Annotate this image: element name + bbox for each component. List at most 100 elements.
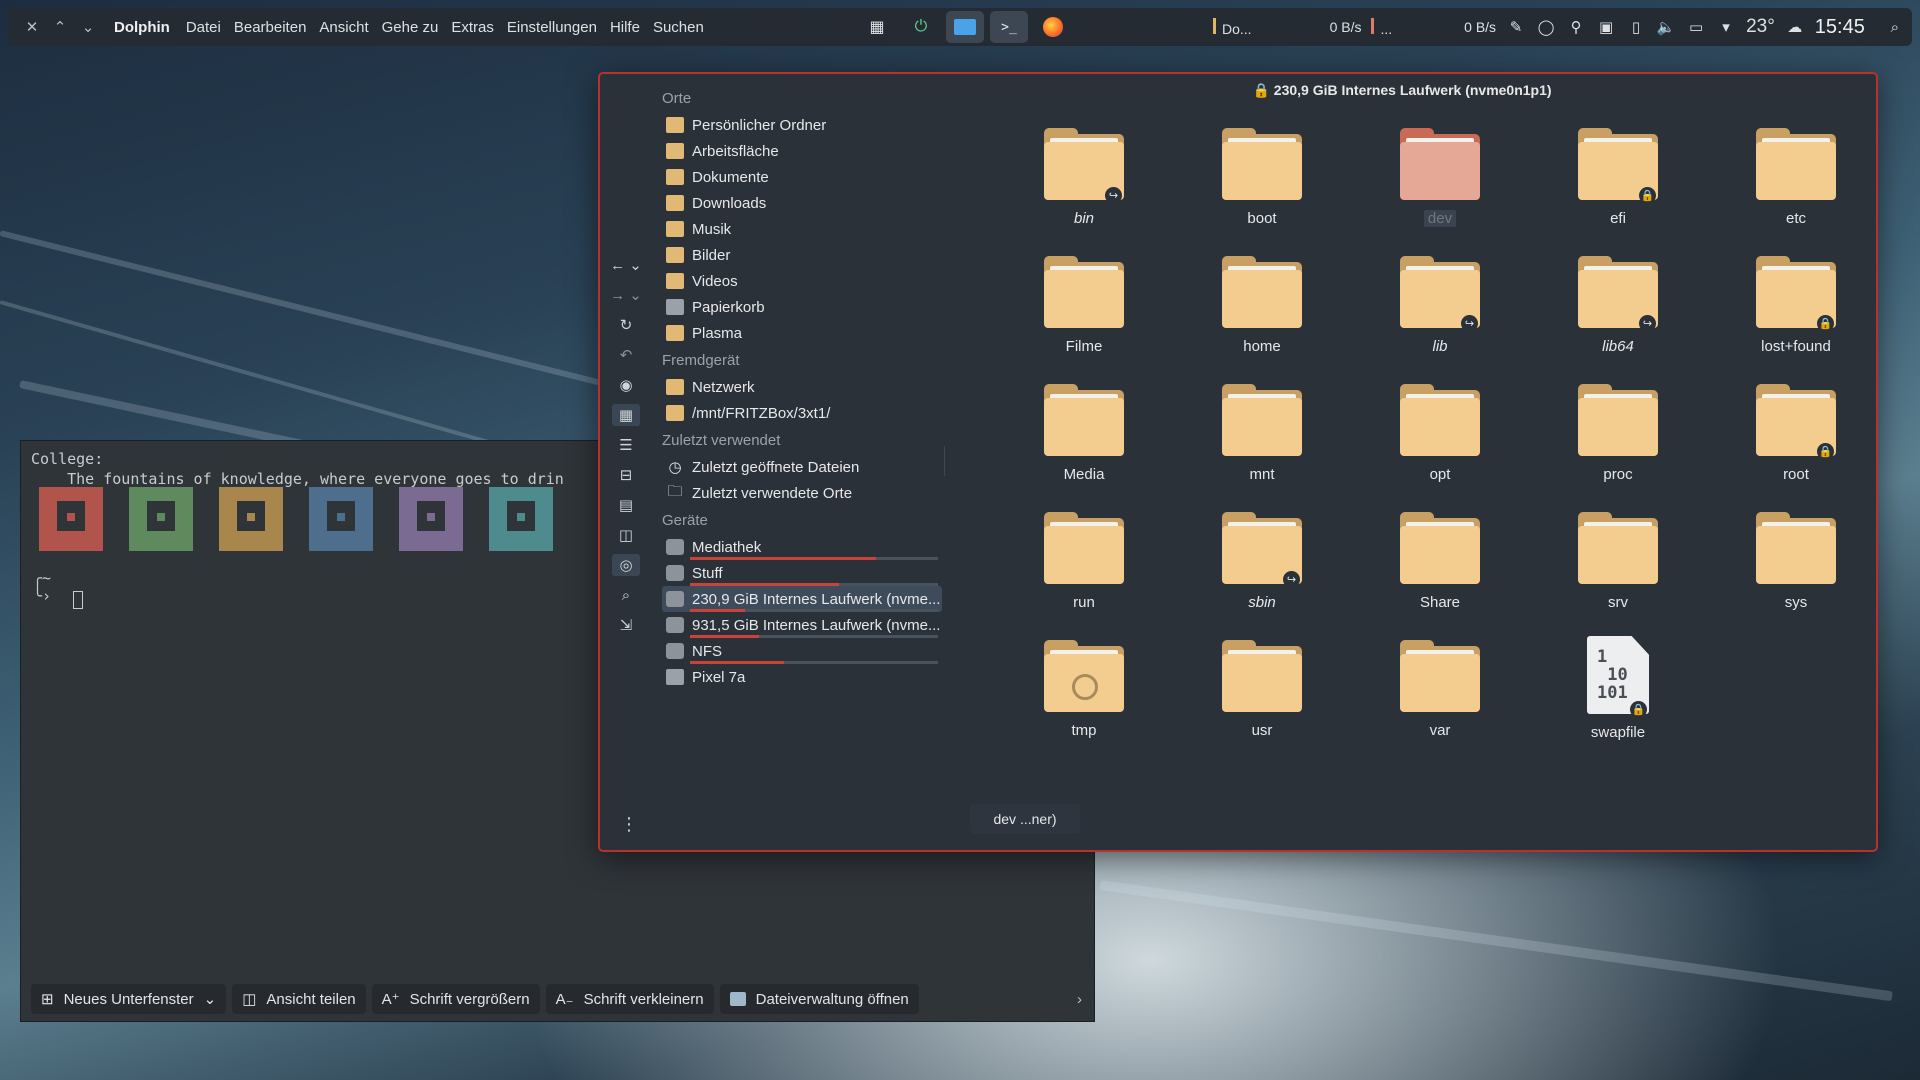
file-item[interactable]: mnt xyxy=(1173,380,1351,490)
file-item[interactable]: Share xyxy=(1351,508,1529,618)
place-recent-locations[interactable]: 🗀 Zuletzt verwendete Orte xyxy=(662,480,942,506)
folder-icon xyxy=(666,325,684,341)
place-home[interactable]: Persönlicher Ordner xyxy=(662,112,942,138)
clipboard-icon[interactable]: ▣ xyxy=(1596,18,1616,36)
file-item[interactable]: 🔒 lost+found xyxy=(1707,252,1885,362)
chevron-up-icon[interactable]: ⌃ xyxy=(46,18,74,36)
split-view-button[interactable]: ◫ Ansicht teilen xyxy=(232,984,366,1014)
reload-icon[interactable]: ↻ xyxy=(612,314,640,336)
new-tab-button[interactable]: ⊞ Neues Unterfenster ⌄ xyxy=(31,984,227,1014)
file-item[interactable]: dev xyxy=(1351,124,1529,234)
device-nfs[interactable]: NFS xyxy=(662,638,942,664)
file-item[interactable]: Filme xyxy=(995,252,1173,362)
file-item[interactable]: run xyxy=(995,508,1173,618)
preview-eye-icon[interactable]: ◎ xyxy=(612,554,640,576)
place-videos[interactable]: Videos xyxy=(662,268,942,294)
file-item[interactable]: 🔒 efi xyxy=(1529,124,1707,234)
file-item[interactable]: boot xyxy=(1173,124,1351,234)
file-name: lib xyxy=(1432,338,1448,355)
place-documents[interactable]: Dokumente xyxy=(662,164,942,190)
file-item[interactable]: usr xyxy=(1173,636,1351,746)
terminal-line: College: xyxy=(31,450,104,468)
device-931gb[interactable]: 931,5 GiB Internes Laufwerk (nvme... xyxy=(662,612,942,638)
file-item[interactable]: ↪ bin xyxy=(995,124,1173,234)
file-item[interactable]: Media xyxy=(995,380,1173,490)
circle-icon[interactable]: ◯ xyxy=(1536,18,1556,36)
device-nvme0n1p1[interactable]: 230,9 GiB Internes Laufwerk (nvme... xyxy=(662,586,942,612)
color-picker-icon[interactable]: ✎ xyxy=(1506,18,1526,36)
chevron-down-icon[interactable]: ⌄ xyxy=(74,18,102,36)
close-icon[interactable]: ✕ xyxy=(18,18,46,36)
record-icon[interactable]: ◉ xyxy=(612,374,640,396)
menu-datei[interactable]: Datei xyxy=(186,19,221,36)
cloud-icon[interactable]: ☁ xyxy=(1785,18,1805,36)
file-item[interactable]: proc xyxy=(1529,380,1707,490)
tray-expand-icon[interactable]: ▾ xyxy=(1716,18,1736,36)
place-desktop[interactable]: Arbeitsfläche xyxy=(662,138,942,164)
open-file-manager-button[interactable]: Dateiverwaltung öffnen xyxy=(719,984,919,1014)
file-name: var xyxy=(1429,722,1451,739)
file-item[interactable]: ↪ sbin xyxy=(1173,508,1351,618)
undo-icon[interactable]: ↶ xyxy=(612,344,640,366)
file-item[interactable]: ↪ lib64 xyxy=(1529,252,1707,362)
panel-divider[interactable] xyxy=(944,446,945,476)
place-trash[interactable]: Papierkorb xyxy=(662,294,942,320)
file-item[interactable]: ↪ lib xyxy=(1351,252,1529,362)
device-stuff[interactable]: Stuff xyxy=(662,560,942,586)
details-view-icon[interactable]: ☰ xyxy=(612,434,640,456)
place-plasma[interactable]: Plasma xyxy=(662,320,942,346)
file-item[interactable]: 1 10 101 🔒 swapfile xyxy=(1529,636,1707,746)
file-item[interactable]: 🔒 root xyxy=(1707,380,1885,490)
more-menu-icon[interactable]: ⋮ xyxy=(620,814,638,835)
menu-hilfe[interactable]: Hilfe xyxy=(610,19,640,36)
tree-view-icon[interactable]: ⊟ xyxy=(612,464,640,486)
phone-icon[interactable]: ▯ xyxy=(1626,18,1646,36)
device-pixel[interactable]: Pixel 7a xyxy=(662,664,942,690)
file-item[interactable]: var xyxy=(1351,636,1529,746)
volume-icon[interactable]: 🔈 xyxy=(1656,18,1676,36)
place-fritzbox[interactable]: /mnt/FRITZBox/3xt1/ xyxy=(662,400,942,426)
font-bigger-button[interactable]: A⁺ Schrift vergrößern xyxy=(371,984,540,1014)
task-label[interactable]: Do... xyxy=(1222,21,1252,37)
file-item[interactable]: opt xyxy=(1351,380,1529,490)
split-icon[interactable]: ◫ xyxy=(612,524,640,546)
plug-tray-icon[interactable]: ⚲ xyxy=(1566,18,1586,36)
menu-gehe-zu[interactable]: Gehe zu xyxy=(382,19,439,36)
clock[interactable]: 15:45 xyxy=(1815,16,1865,39)
plug-icon[interactable]: ⏻ xyxy=(902,11,940,43)
back-icon[interactable]: ← ⌄ xyxy=(610,254,642,276)
menu-ansicht[interactable]: Ansicht xyxy=(319,19,368,36)
place-pictures[interactable]: Bilder xyxy=(662,242,942,268)
forward-icon[interactable]: → ⌄ xyxy=(610,284,642,306)
font-smaller-button[interactable]: A₋ Schrift verkleinern xyxy=(545,984,714,1014)
menu-extras[interactable]: Extras xyxy=(451,19,494,36)
weather-temperature[interactable]: 23° xyxy=(1746,16,1775,38)
symlink-emblem-icon: ↪ xyxy=(1105,187,1122,204)
konsole-task-icon[interactable]: >_ xyxy=(990,11,1028,43)
place-network[interactable]: Netzwerk xyxy=(662,374,942,400)
file-item[interactable]: srv xyxy=(1529,508,1707,618)
search-icon[interactable]: ⌕ xyxy=(1885,19,1905,36)
menu-suchen[interactable]: Suchen xyxy=(653,19,704,36)
chevron-down-icon[interactable]: ⌄ xyxy=(204,990,217,1008)
device-mediathek[interactable]: Mediathek xyxy=(662,534,942,560)
chevron-right-icon[interactable]: › xyxy=(1077,991,1082,1008)
search-icon[interactable]: ⌕ xyxy=(612,584,640,606)
dolphin-task-icon[interactable] xyxy=(946,11,984,43)
terminal-output: College: The fountains of knowledge, whe… xyxy=(31,449,564,489)
place-music[interactable]: Musik xyxy=(662,216,942,242)
app-grid-icon[interactable]: ▦ xyxy=(858,11,896,43)
menu-einstellungen[interactable]: Einstellungen xyxy=(507,19,597,36)
menu-bearbeiten[interactable]: Bearbeiten xyxy=(234,19,307,36)
open-in-icon[interactable]: ⇲ xyxy=(612,614,640,636)
file-item[interactable]: home xyxy=(1173,252,1351,362)
display-icon[interactable]: ▭ xyxy=(1686,18,1706,36)
file-item[interactable]: etc xyxy=(1707,124,1885,234)
icons-view-icon[interactable]: ▦ xyxy=(612,404,640,426)
place-recent-files[interactable]: ◷ Zuletzt geöffnete Dateien xyxy=(662,454,942,480)
firefox-icon[interactable] xyxy=(1034,11,1072,43)
terminal-icon[interactable]: ▤ xyxy=(612,494,640,516)
file-item[interactable]: tmp xyxy=(995,636,1173,746)
file-item[interactable]: sys xyxy=(1707,508,1885,618)
place-downloads[interactable]: Downloads xyxy=(662,190,942,216)
